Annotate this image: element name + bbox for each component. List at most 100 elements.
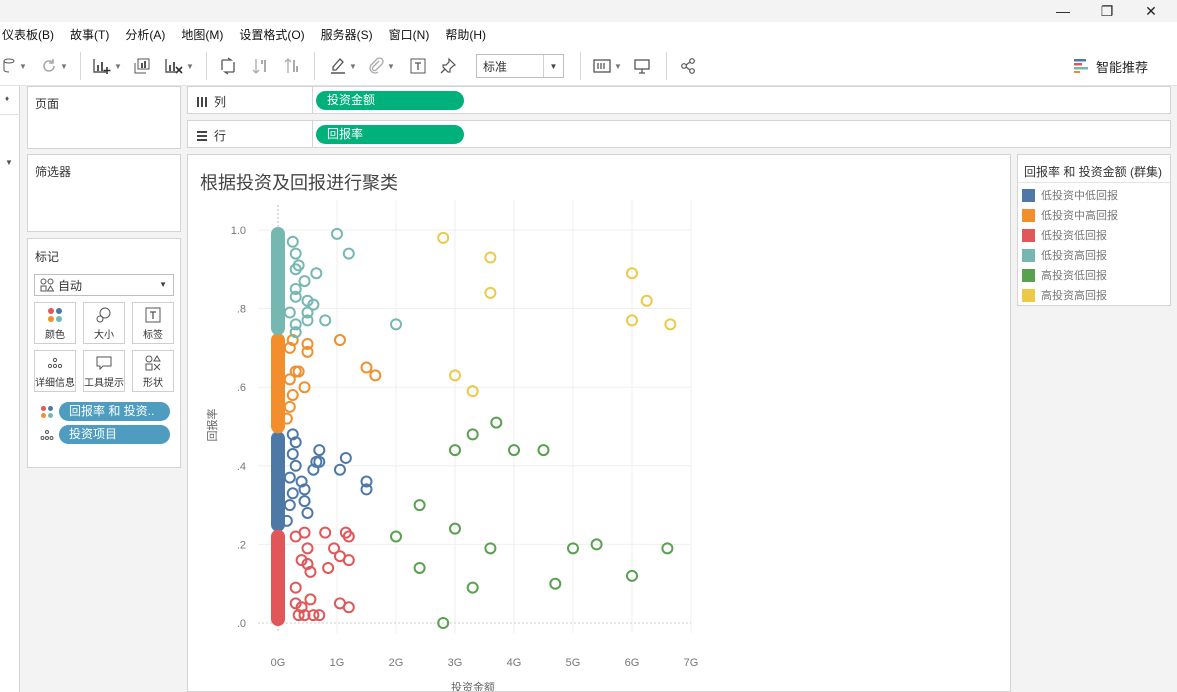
menu-help[interactable]: 帮助(H) [445,26,486,43]
shape-button[interactable]: 形状 [132,350,174,392]
clear-sheet-button[interactable]: ▼ [160,56,198,76]
scatter-point[interactable] [664,318,677,331]
scatter-point[interactable] [310,267,323,280]
new-worksheet-button[interactable]: ▼ [88,56,126,76]
cluster-legend[interactable]: 回报率 和 投资金额 (群集) 低投资中低回报 低投资中高回报 低投资低回报 低… [1017,154,1171,306]
chevron-down-icon[interactable]: ▼ [5,158,13,167]
sort-descending-icon [284,58,298,73]
scatter-point[interactable] [537,444,550,457]
scatter-point[interactable] [286,389,299,402]
menu-dashboard[interactable]: 仪表板(B) [2,26,54,43]
scatter-point[interactable] [333,334,346,347]
legend-label: 低投资中高回报 [1041,209,1118,222]
sort-ascending-button[interactable] [248,56,272,76]
menu-map[interactable]: 地图(M) [181,26,223,43]
scatter-point[interactable] [283,471,296,484]
scatter-point[interactable] [298,495,311,508]
restore-button[interactable]: ❐ [1084,0,1130,22]
scatter-point[interactable] [283,373,296,386]
scatter-point[interactable] [298,275,311,288]
scatter-point[interactable] [301,506,314,519]
tooltip-button[interactable]: 工具提示 [83,350,125,392]
scatter-chart[interactable]: 0G 1G 2G 3G 4G 5G 6G 7G .0 .2 .4 .6 .8 1.0 投资金额 回报率 [188,155,1011,692]
menu-format[interactable]: 设置格式(O) [239,26,304,43]
swap-axes-button[interactable] [216,56,240,76]
scatter-point[interactable] [283,400,296,413]
x-tick-label: 1G [330,657,345,669]
scatter-point[interactable] [640,294,653,307]
scatter-point[interactable] [466,428,479,441]
pages-panel[interactable]: 页面 [27,86,181,149]
close-button[interactable]: ✕ [1128,0,1174,22]
scatter-point[interactable] [286,448,299,461]
pin-button[interactable] [436,56,460,76]
datasource-button[interactable]: ▼ [0,56,30,76]
show-labels-button[interactable] [406,56,430,76]
scatter-point[interactable] [360,361,373,374]
scatter-point[interactable] [342,554,355,567]
scatter-point[interactable] [286,487,299,500]
scatter-point[interactable] [283,499,296,512]
detail-field-pill[interactable]: 投资项目 [59,425,170,444]
menu-story[interactable]: 故事(T) [70,26,109,43]
share-button[interactable] [676,56,700,76]
color-field-pill[interactable]: 回报率 和 投资.. [59,402,170,421]
duplicate-sheet-button[interactable] [130,56,154,76]
columns-shelf[interactable]: 列 投资金额 [187,86,1171,114]
scatter-point[interactable] [304,593,317,606]
scatter-point[interactable] [322,561,335,574]
scatter-point[interactable] [289,247,302,260]
label-button[interactable]: 标签 [132,302,174,344]
rows-shelf[interactable]: 行 回报率 [187,120,1171,148]
scatter-point[interactable] [549,577,562,590]
show-me-cards-button[interactable]: ▼ [590,56,624,76]
smart-recommend-button[interactable]: 智能推荐 [1074,56,1148,76]
rows-field-pill[interactable]: 回报率 [316,125,464,144]
scatter-point[interactable] [289,581,302,594]
scatter-point[interactable] [342,601,355,614]
legend-item[interactable]: 高投资高回报 [1022,287,1107,303]
scatter-point[interactable] [369,369,382,382]
legend-item[interactable]: 低投资低回报 [1022,227,1107,243]
scatter-point[interactable] [319,314,332,327]
scatter-point[interactable] [466,581,479,594]
sort-arrows-icon[interactable]: ♦ [5,94,9,103]
sort-descending-button[interactable] [280,56,304,76]
legend-item[interactable]: 高投资低回报 [1022,267,1107,283]
scatter-point[interactable] [437,231,450,244]
legend-item[interactable]: 低投资高回报 [1022,247,1107,263]
detail-button[interactable]: 详细信息 [34,350,76,392]
scatter-point[interactable] [339,451,352,464]
refresh-button[interactable]: ▼ [36,56,72,76]
scatter-point[interactable] [413,499,426,512]
filters-panel[interactable]: 筛选器 [27,154,181,232]
size-button[interactable]: 大小 [83,302,125,344]
scatter-point[interactable] [342,247,355,260]
shape-icon [145,354,161,370]
scatter-point[interactable] [286,235,299,248]
scatter-point[interactable] [490,416,503,429]
mark-type-dropdown[interactable]: 自动 ▼ [34,274,174,296]
legend-item[interactable]: 低投资中低回报 [1022,187,1118,203]
scatter-point[interactable] [484,251,497,264]
color-button[interactable]: 颜色 [34,302,76,344]
scatter-point[interactable] [413,561,426,574]
group-button[interactable]: ▼ [364,56,398,76]
menu-server[interactable]: 服务器(S) [321,26,373,43]
menu-window[interactable]: 窗口(N) [389,26,430,43]
viz-canvas[interactable]: 根据投资及回报进行聚类 0G 1G 2G 3G 4G 5G 6G 7G .0.2.4.6.8 1.… [187,154,1011,692]
scatter-point[interactable] [319,526,332,539]
presentation-button[interactable] [630,56,654,76]
refresh-icon [43,59,55,72]
scatter-point[interactable] [289,530,302,543]
mark-type-select[interactable]: 标准 ▼ [476,54,564,78]
marks-panel: 标记 自动 ▼ 颜色 大小 标签 详细信息 工具提示 形状 回报率 和 投资..… [27,238,181,468]
columns-field-pill[interactable]: 投资金额 [316,91,464,110]
menu-analysis[interactable]: 分析(A) [125,26,165,43]
scatter-point[interactable] [313,444,326,457]
legend-item[interactable]: 低投资中高回报 [1022,207,1118,223]
x-tick-label: 2G [389,657,404,669]
minimize-button[interactable]: — [1040,0,1086,22]
highlight-button[interactable]: ▼ [326,56,360,76]
scatter-point[interactable] [484,286,497,299]
